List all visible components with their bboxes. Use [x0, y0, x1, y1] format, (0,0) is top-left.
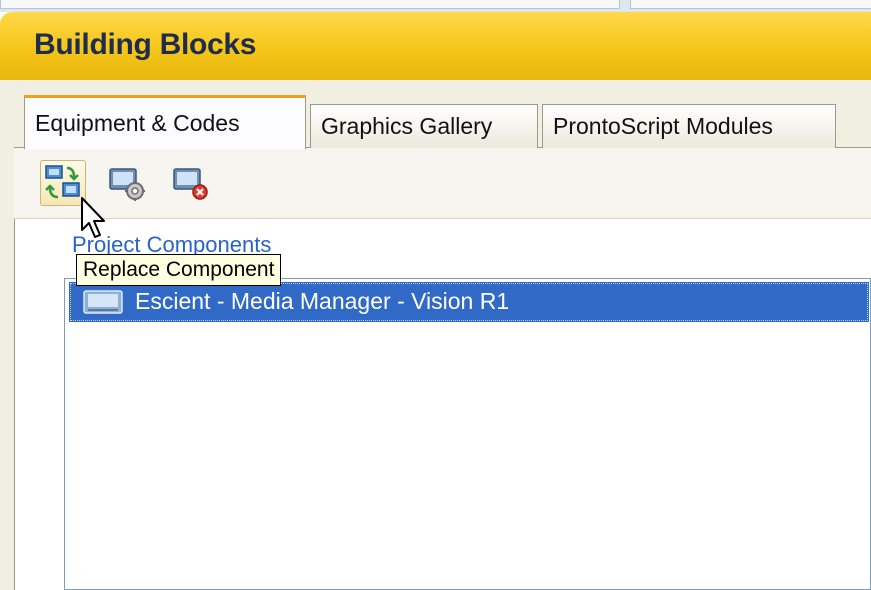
tab-prontoscript-modules[interactable]: ProntoScript Modules — [542, 104, 836, 148]
toolbar — [14, 148, 871, 219]
panel-title: Building Blocks — [34, 28, 257, 61]
delete-component-button[interactable] — [168, 160, 214, 206]
list-item[interactable]: Escient - Media Manager - Vision R1 — [69, 282, 869, 322]
panel-header: Building Blocks — [0, 12, 871, 80]
top-pane-right — [630, 0, 871, 9]
component-list[interactable]: Escient - Media Manager - Vision R1 — [64, 278, 871, 590]
tab-equipment-codes[interactable]: Equipment & Codes — [24, 95, 306, 149]
replace-component-icon — [45, 165, 80, 199]
component-settings-button[interactable] — [104, 160, 150, 206]
component-settings-icon — [109, 168, 145, 201]
tab-graphics-gallery[interactable]: Graphics Gallery — [310, 104, 538, 148]
mouse-cursor-icon — [81, 197, 105, 238]
delete-component-icon — [173, 168, 208, 200]
list-item-label: Escient - Media Manager - Vision R1 — [135, 288, 510, 314]
top-window-strip — [0, 0, 871, 12]
tooltip: Replace Component — [76, 254, 282, 286]
device-icon — [83, 290, 123, 314]
top-pane-left — [0, 0, 620, 9]
